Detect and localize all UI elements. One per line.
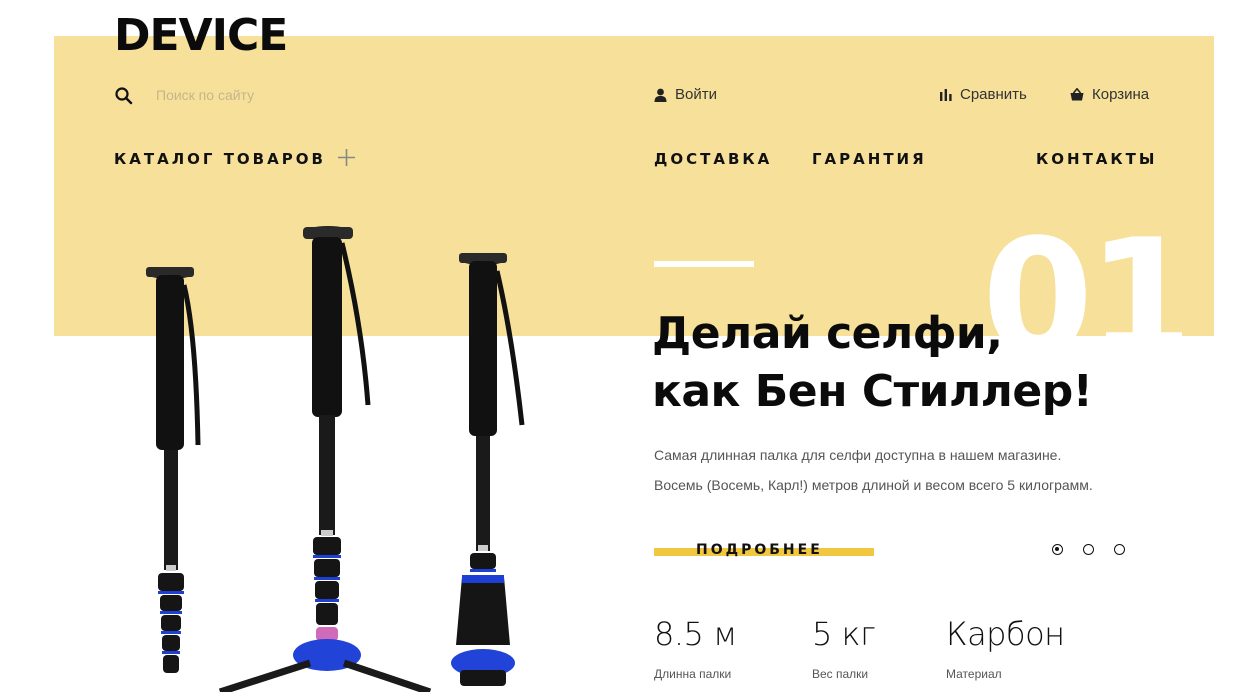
search-input[interactable] (146, 82, 406, 108)
spec-material: Карбон Материал (946, 615, 1065, 681)
spec-length: 8.5 м Длинна палки (654, 615, 737, 681)
slide-title: Делай селфи, как Бен Стиллер! (652, 305, 1212, 421)
cart-label: Корзина (1092, 86, 1150, 103)
slider-dot-2[interactable] (1083, 544, 1094, 555)
catalog-label: КАТАЛОГ ТОВАРОВ (114, 150, 326, 168)
nav-warranty[interactable]: ГАРАНТИЯ (812, 150, 927, 168)
spec-material-value: Карбон (946, 615, 1065, 653)
product-image-monopods (146, 226, 525, 692)
spec-weight: 5 кг Вес палки (812, 615, 876, 681)
spec-length-label: Длинна палки (654, 667, 732, 681)
catalog-menu[interactable]: КАТАЛОГ ТОВАРОВ (114, 148, 355, 168)
slider-pager (1052, 544, 1125, 555)
nav-contacts[interactable]: КОНТАКТЫ (1036, 150, 1157, 168)
user-icon (654, 88, 667, 102)
monopod-3 (451, 253, 525, 686)
compare-label: Сравнить (960, 86, 1027, 103)
plus-icon[interactable] (337, 148, 355, 166)
basket-icon (1070, 88, 1084, 101)
slide-desc-line-2: Восемь (Восемь, Карл!) метров длиной и в… (654, 477, 1093, 493)
login-label: Войти (675, 86, 717, 103)
cart-link[interactable]: Корзина (1070, 86, 1149, 103)
bar-chart-icon (940, 88, 952, 101)
more-button-label: ПОДРОБНЕЕ (696, 542, 823, 558)
spec-weight-value: 5 кг (812, 615, 876, 653)
slide-title-line-1: Делай селфи, (652, 308, 1003, 359)
site-logo[interactable]: DEVICE (114, 10, 288, 61)
compare-link[interactable]: Сравнить (940, 86, 1027, 103)
slide-desc-line-1: Самая длинная палка для селфи доступна в… (654, 447, 1062, 463)
slide-description: Самая длинная палка для селфи доступна в… (654, 440, 1214, 500)
nav-delivery[interactable]: ДОСТАВКА (654, 150, 772, 168)
spec-material-label: Материал (946, 667, 1002, 681)
login-link[interactable]: Войти (654, 86, 717, 103)
spec-weight-label: Вес палки (812, 667, 869, 681)
slider-dot-3[interactable] (1114, 544, 1125, 555)
monopod-2 (218, 226, 432, 692)
monopod-1 (146, 267, 201, 673)
slide-dash-decoration (654, 261, 754, 267)
slider-dot-1[interactable] (1052, 544, 1063, 555)
search-icon[interactable] (114, 86, 134, 106)
slide-title-line-2: как Бен Стиллер! (652, 366, 1093, 417)
more-button[interactable]: ПОДРОБНЕЕ (654, 538, 874, 564)
spec-length-value: 8.5 м (654, 615, 737, 653)
